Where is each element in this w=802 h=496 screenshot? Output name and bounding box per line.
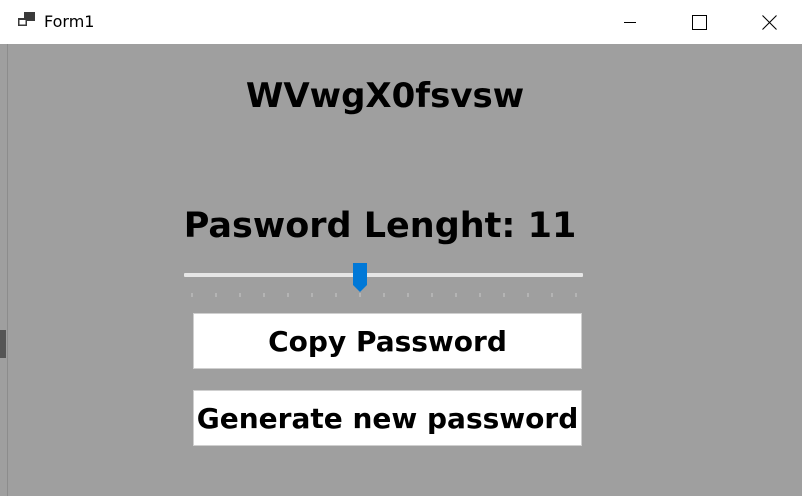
form-app-icon xyxy=(18,12,36,28)
close-button[interactable] xyxy=(746,0,792,44)
generated-password-label: WVwgX0fsvsw xyxy=(245,76,525,116)
form1-window: Form1 WVwgX0fsvsw Pasword Lenght: 11 Cop… xyxy=(0,0,802,496)
window-title: Form1 xyxy=(44,12,95,31)
minimize-icon xyxy=(624,16,636,28)
generate-password-button[interactable]: Generate new password xyxy=(193,390,582,446)
copy-password-button[interactable]: Copy Password xyxy=(193,313,582,369)
close-icon xyxy=(761,14,777,30)
background-fragment xyxy=(0,330,6,358)
password-length-slider[interactable] xyxy=(184,260,584,300)
password-length-label: Pasword Lenght: 11 xyxy=(183,206,577,246)
slider-track[interactable] xyxy=(184,273,583,277)
maximize-icon xyxy=(691,14,707,30)
title-bar[interactable]: Form1 xyxy=(0,0,802,44)
minimize-button[interactable] xyxy=(607,0,653,44)
slider-ticks xyxy=(191,293,577,297)
slider-thumb[interactable] xyxy=(352,263,368,293)
maximize-button[interactable] xyxy=(676,0,722,44)
